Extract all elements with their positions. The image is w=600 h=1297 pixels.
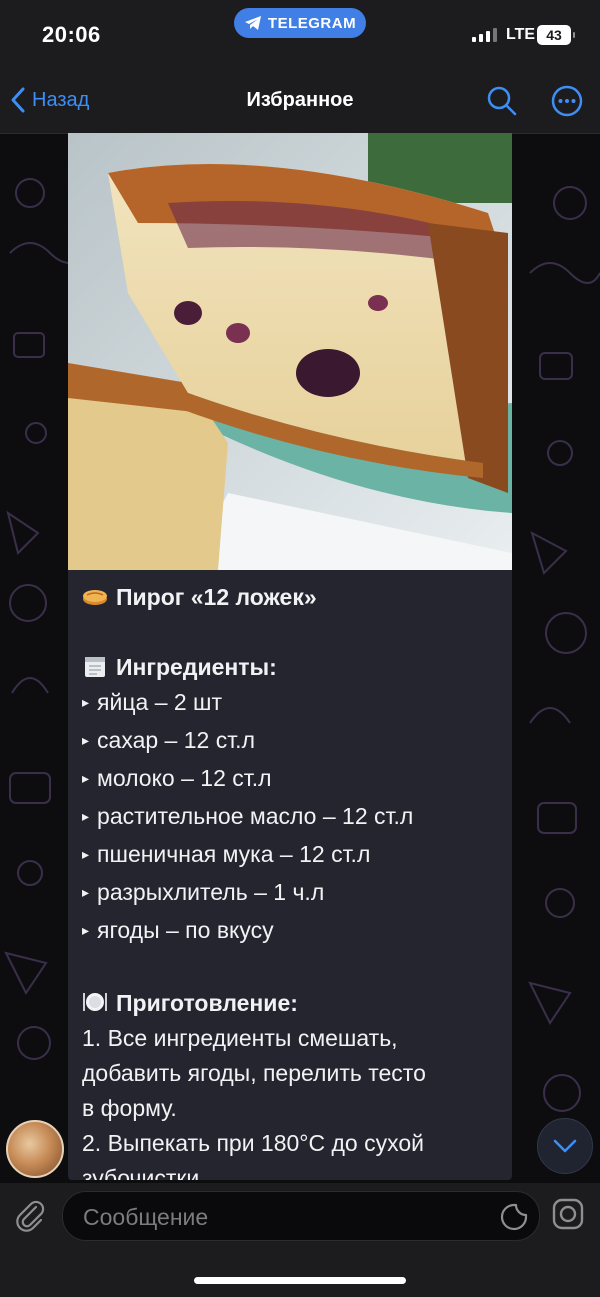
plate-cutlery-icon [83,993,107,1011]
preparation-line: 2. Выпекать при 180°C до сухой [82,1130,424,1156]
chevron-down-icon [553,1139,577,1153]
home-indicator [194,1277,406,1284]
list-item: ▸ молоко – 12 ст.л [82,765,272,791]
preparation-heading: Приготовление: [116,990,298,1016]
telegram-icon [244,16,261,30]
more-button[interactable] [551,85,583,122]
list-item: ▸ разрыхлитель – 1 ч.л [82,879,325,905]
more-icon [551,85,583,117]
pill-label: TELEGRAM [267,14,357,32]
network-type: LTE [506,26,536,43]
ingredient-text: молоко – 12 ст.л [97,765,272,791]
battery-level: 43 [546,27,562,43]
paperclip-icon [16,1200,45,1232]
camera-button[interactable] [550,1196,586,1237]
list-item: ▸ ягоды – по вкусу [82,917,274,943]
ingredients-heading: Ингредиенты: [116,654,277,680]
search-icon [487,86,517,116]
sticker-icon [500,1203,528,1231]
message-input-wrap [62,1191,540,1242]
list-item: ▸ яйца – 2 шт [82,689,223,715]
ingredient-text: сахар – 12 ст.л [97,727,255,753]
ingredient-text: ягоды – по вкусу [97,917,274,943]
message-input[interactable] [81,1192,485,1242]
search-button[interactable] [486,85,518,122]
ingredient-text: пшеничная мука – 12 ст.л [97,841,371,867]
ingredient-text: растительное масло – 12 ст.л [97,803,414,829]
ingredient-text: яйца – 2 шт [97,689,223,715]
preparation-line: 1. Все ингредиенты смешать, [82,1025,398,1051]
return-to-app-pill[interactable]: TELEGRAM [234,8,366,38]
pie-photo[interactable] [68,133,512,570]
battery-icon: 43 [537,25,575,45]
preparation-line: добавить ягоды, перелить тесто [82,1060,426,1086]
preparation-line: зубочистки. [82,1165,206,1180]
sticker-button[interactable] [499,1202,529,1237]
list-item: ▸ сахар – 12 ст.л [82,727,255,753]
attach-button[interactable] [12,1197,48,1238]
clock: 20:06 [42,22,101,47]
list-item: ▸ пшеничная мука – 12 ст.л [82,841,371,867]
signal-icon [472,28,497,42]
pie-icon [83,590,107,605]
status-bar: 20:06 TELEGRAM LTE 43 [0,0,600,70]
scroll-down-button[interactable] [537,1118,593,1174]
message-bubble[interactable]: Пирог «12 ложек» Ингредиенты: ▸ яйца – 2 … [68,133,512,1180]
instagram-camera-icon [552,1198,584,1230]
notepad-icon [85,657,105,677]
list-item: ▸ растительное масло – 12 ст.л [82,803,414,829]
ingredient-text: разрыхлитель – 1 ч.л [97,879,325,905]
avatar[interactable] [6,1120,64,1178]
message-text: Пирог «12 ложек» Ингредиенты: ▸ яйца – 2 … [68,570,512,1180]
preparation-line: в форму. [82,1095,177,1121]
recipe-title: Пирог «12 ложек» [116,584,317,610]
nav-bar: Назад Избранное [0,70,600,134]
